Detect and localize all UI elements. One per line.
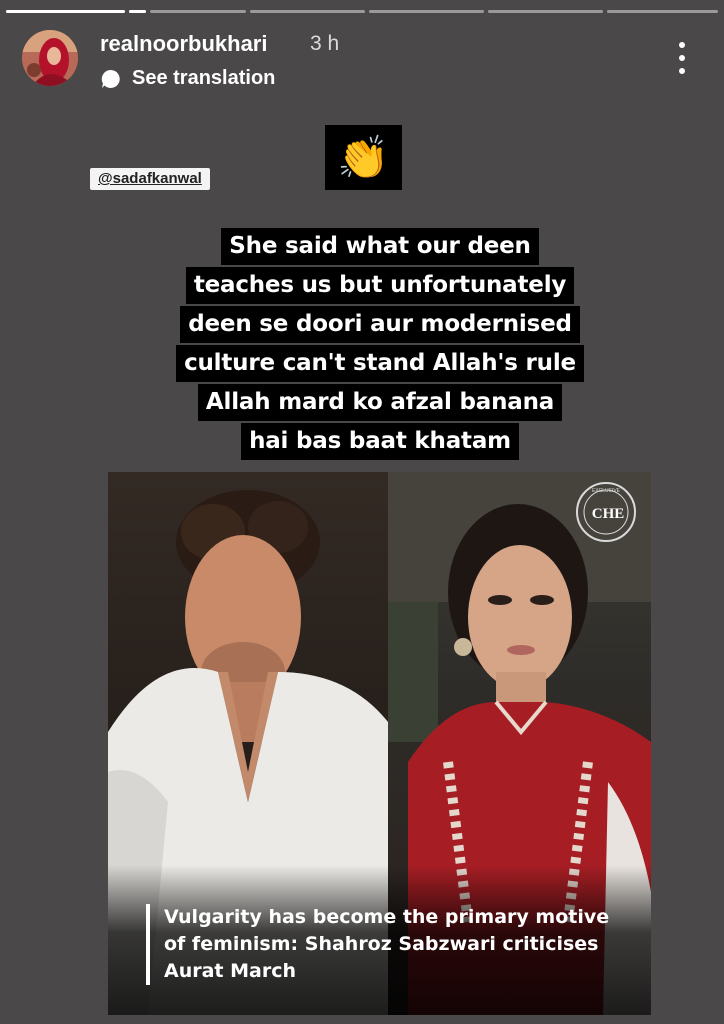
post-time: 3 h <box>310 32 340 55</box>
headline-line: Aurat March <box>164 960 297 982</box>
progress-segment-fill <box>129 10 147 13</box>
clapping-hands-icon: 👏 <box>337 134 390 181</box>
story-progress-bar <box>6 10 718 14</box>
mention-tag[interactable]: @sadafkanwal <box>90 168 210 190</box>
news-headline: Vulgarity has become the primary motive … <box>146 904 651 985</box>
progress-segment <box>369 10 485 13</box>
more-options-button[interactable] <box>667 40 697 76</box>
caption-line: hai bas baat khatam <box>241 423 519 460</box>
progress-segment <box>607 10 718 13</box>
speech-bubble-icon <box>101 69 120 88</box>
avatar-image <box>22 30 78 86</box>
logo-text: CHE <box>592 506 625 522</box>
clapping-hands-sticker[interactable]: 👏 <box>325 125 402 190</box>
caption-line: Allah mard ko afzal banana <box>197 384 563 421</box>
caption-line: teaches us but unfortunately <box>185 267 575 304</box>
headline-line: Vulgarity has become the primary motive <box>164 906 610 928</box>
progress-segment-fill <box>6 10 126 13</box>
vertical-ellipsis-icon <box>679 42 685 48</box>
caption-line: culture can't stand Allah's rule <box>176 345 584 382</box>
caption-line: deen se doori aur modernised <box>180 306 580 343</box>
progress-segment <box>150 10 247 13</box>
progress-segment <box>6 10 126 13</box>
progress-segment <box>250 10 366 13</box>
story-caption: She said what our deen teaches us but un… <box>100 226 660 460</box>
see-translation-label: See translation <box>132 67 276 89</box>
logo-ring-text: EXCLUSIVE <box>592 488 621 494</box>
progress-segment <box>488 10 604 13</box>
progress-segment <box>129 10 147 13</box>
username[interactable]: realnoorbukhari <box>100 31 267 57</box>
headline-line: of feminism: Shahroz Sabzwari criticises <box>164 933 599 955</box>
shared-news-image[interactable]: CHE EXCLUSIVE Vulgarity has become the p… <box>108 472 651 1015</box>
profile-avatar[interactable] <box>22 30 78 86</box>
publisher-logo: CHE EXCLUSIVE <box>576 482 636 542</box>
see-translation-button[interactable]: See translation <box>100 67 275 90</box>
caption-line: She said what our deen <box>221 228 539 265</box>
